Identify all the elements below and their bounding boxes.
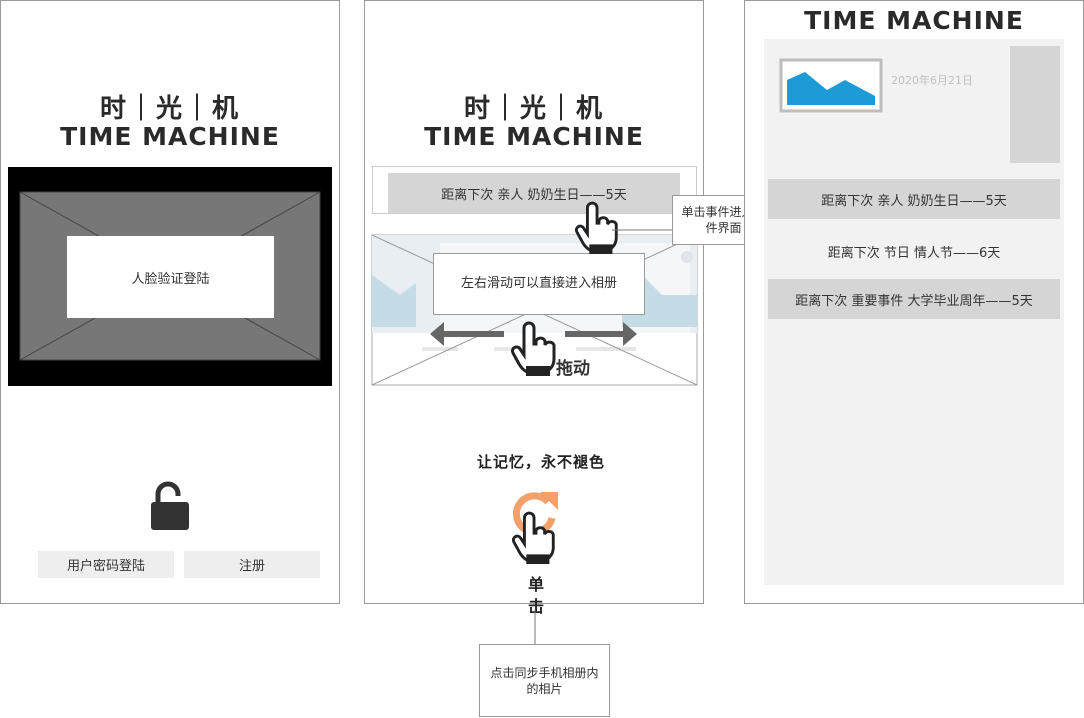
slogan: 让记忆，永不褪色 xyxy=(476,453,605,471)
swipe-hint: 左右滑动可以直接进入相册 xyxy=(433,253,645,315)
event-item[interactable]: 距离下次 重要事件 大学毕业周年——5天 xyxy=(768,279,1060,319)
drag-label: 拖动 xyxy=(556,359,590,379)
next-event-bar[interactable]: 距离下次 亲人 奶奶生日——5天 xyxy=(388,173,680,213)
arrow-right-icon xyxy=(565,322,637,346)
register-button[interactable]: 注册 xyxy=(184,551,320,578)
password-login-button[interactable]: 用户密码登陆 xyxy=(38,551,174,578)
logo-english: TIME MACHINE xyxy=(424,122,644,151)
event-item[interactable]: 距离下次 亲人 奶奶生日——5天 xyxy=(768,179,1060,219)
photo-date: 2020年6月21日 xyxy=(891,74,973,87)
unlock-icon xyxy=(151,481,189,530)
side-placeholder xyxy=(1010,46,1060,163)
logo-chinese: 时｜光｜机 xyxy=(463,94,604,124)
face-login-button[interactable]: 人脸验证登陆 xyxy=(67,236,274,318)
logo-chinese: 时｜光｜机 xyxy=(99,94,240,124)
image-icon[interactable] xyxy=(779,58,883,113)
logo-english: TIME MACHINE xyxy=(60,122,280,151)
hand-pointer-icon xyxy=(511,511,555,564)
event-item[interactable]: 距离下次 节日 情人节——6天 xyxy=(768,242,1060,261)
sync-callout: 点击同步手机相册内的相片 xyxy=(479,644,610,717)
sync-callout-connector xyxy=(534,610,536,644)
arrow-left-icon xyxy=(430,322,504,346)
face-login-label: 人脸验证登陆 xyxy=(131,271,210,287)
page-title: TIME MACHINE xyxy=(804,6,1024,35)
hand-pointer-icon xyxy=(511,321,556,376)
